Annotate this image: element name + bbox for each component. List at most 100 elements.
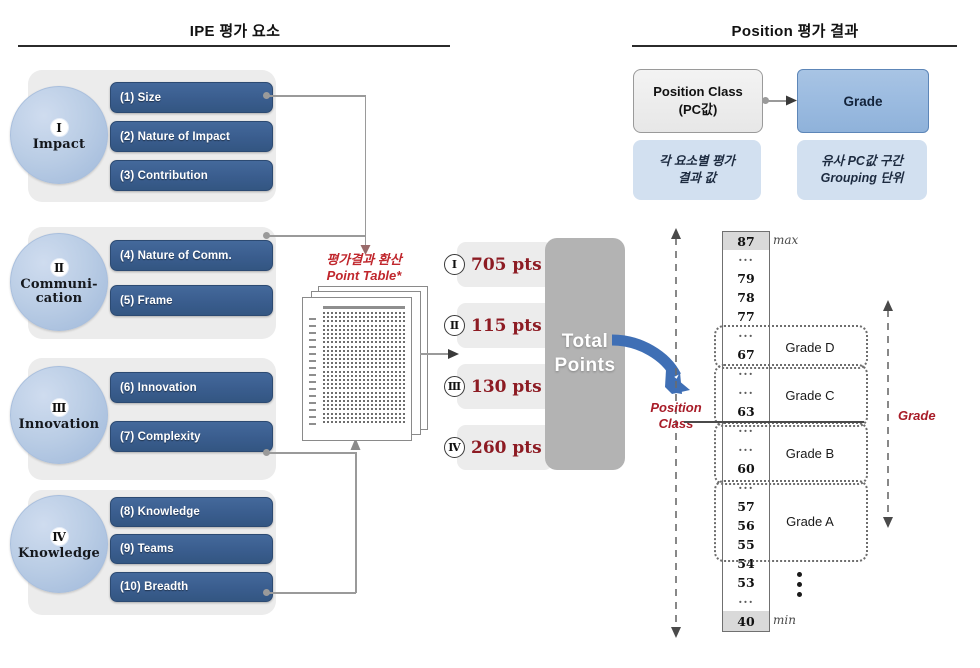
position-class-line1: Position Class — [653, 84, 743, 100]
element-label: (10) Breadth — [120, 581, 189, 593]
category-name: Innovation — [18, 417, 100, 433]
ladder-cell[interactable]: 79 — [722, 269, 770, 289]
position-class-axis-label-line2: Class — [658, 416, 694, 432]
ladder-cell[interactable]: ··· — [722, 592, 770, 612]
ladder-cell[interactable]: 78 — [722, 288, 770, 308]
category-name-line2: cation — [35, 291, 83, 306]
category-circle-knowledge[interactable]: Ⅳ Knowledge — [10, 495, 108, 593]
position-class-note: 각 요소별 평가 결과 값 — [633, 140, 761, 200]
position-class-note-line1: 각 요소별 평가 — [659, 153, 735, 168]
points-value-3: 130 pts — [471, 376, 542, 397]
left-section-rule — [18, 45, 450, 47]
points-roman-2: Ⅱ — [444, 315, 465, 336]
grade-axis-label: Grade — [898, 408, 936, 423]
category-circle-impact[interactable]: Ⅰ Impact — [10, 86, 108, 184]
ladder-cell-value: 79 — [737, 271, 755, 286]
total-to-position-class-arrow — [611, 334, 690, 394]
element-box-nature-of-impact[interactable]: (2) Nature of Impact — [110, 121, 273, 152]
ladder-cell[interactable]: 77 — [722, 307, 770, 327]
element-label: (1) Size — [120, 91, 162, 104]
points-row-2[interactable]: Ⅱ 115 pts — [444, 315, 542, 336]
element-box-teams[interactable]: (9) Teams — [110, 534, 273, 564]
element-box-breadth[interactable]: (10) Breadth — [110, 572, 273, 602]
element-box-knowledge[interactable]: (8) Knowledge — [110, 497, 273, 527]
grade-note-line2: Grouping 단위 — [820, 171, 904, 185]
ladder-cell[interactable]: 40 — [722, 611, 770, 632]
category-circle-innovation[interactable]: Ⅲ Innovation — [10, 366, 108, 464]
category-roman-numeral: Ⅲ — [49, 398, 69, 418]
total-points-line2: Points — [554, 355, 616, 376]
connector-line-group2-h — [268, 235, 366, 237]
ladder-max-marker: max — [773, 233, 799, 247]
grade-note: 유사 PC값 구간 Grouping 단위 — [797, 140, 927, 200]
element-box-contribution[interactable]: (3) Contribution — [110, 160, 273, 191]
grade-group-label: Grade A — [786, 513, 834, 529]
connector-line-group1-h — [268, 95, 366, 97]
category-circle-communication[interactable]: Ⅱ Communi- cation — [10, 233, 108, 331]
grade-group-d[interactable]: Grade D — [714, 325, 868, 369]
position-class-axis-label: Position Class — [636, 400, 716, 433]
element-box-innovation[interactable]: (6) Innovation — [110, 372, 273, 403]
ladder-min-marker: min — [773, 613, 796, 627]
point-table-caption-line1: 평가결과 환산 — [326, 252, 402, 267]
connector-line-group3-h — [268, 452, 356, 454]
points-roman-1: Ⅰ — [444, 254, 465, 275]
grade-group-c[interactable]: Grade C — [714, 364, 868, 427]
element-label: (7) Complexity — [120, 430, 201, 443]
pc-to-grade-line — [768, 100, 788, 102]
position-class-note-line2: 결과 값 — [678, 171, 716, 185]
element-box-size[interactable]: (1) Size — [110, 82, 273, 113]
grade-group-label: Grade B — [785, 446, 835, 461]
grade-box[interactable]: Grade — [797, 69, 929, 133]
ladder-cell-value: ··· — [738, 594, 754, 609]
ladder-cell-value: 77 — [737, 309, 755, 324]
points-row-1[interactable]: Ⅰ 705 pts — [444, 254, 542, 275]
point-table-page-front[interactable] — [302, 297, 412, 441]
ladder-cell-value: 78 — [737, 290, 755, 305]
element-label: (9) Teams — [120, 543, 174, 555]
grade-axis — [883, 300, 893, 528]
ladder-threshold-line — [684, 421, 864, 423]
point-table-caption: 평가결과 환산 Point Table* — [284, 252, 444, 285]
grade-group-a[interactable]: Grade A — [714, 480, 868, 562]
category-name-line1: Communi- — [20, 277, 98, 293]
category-name: Impact — [32, 137, 86, 153]
element-box-complexity[interactable]: (7) Complexity — [110, 421, 273, 452]
ladder-cell[interactable]: ··· — [722, 250, 770, 270]
element-label: (2) Nature of Impact — [120, 130, 230, 143]
category-roman-numeral: Ⅳ — [49, 527, 69, 547]
element-label: (5) Frame — [120, 294, 173, 307]
connector-line-group4-h — [268, 592, 356, 594]
element-box-nature-of-comm[interactable]: (4) Nature of Comm. — [110, 240, 273, 271]
grade-box-label: Grade — [843, 93, 883, 109]
element-box-frame[interactable]: (5) Frame — [110, 285, 273, 316]
grade-group-b[interactable]: Grade B — [714, 422, 868, 485]
grade-group-label: Grade C — [785, 388, 835, 403]
points-row-3[interactable]: Ⅲ 130 pts — [444, 376, 542, 397]
left-section-title: IPE 평가 요소 — [189, 23, 281, 40]
points-row-4[interactable]: Ⅳ 260 pts — [444, 437, 542, 458]
points-value-1: 705 pts — [471, 254, 542, 275]
category-roman-numeral: Ⅱ — [49, 258, 69, 278]
ladder-cell[interactable]: 53 — [722, 573, 770, 593]
right-section-rule — [632, 45, 957, 47]
point-table-grid — [309, 306, 405, 432]
position-class-axis — [671, 228, 681, 638]
ladder-cell-value: 53 — [737, 575, 755, 590]
element-label: (3) Contribution — [120, 169, 208, 182]
point-table-to-points-arrow — [448, 349, 459, 359]
right-section-title: Position 평가 결과 — [731, 23, 859, 40]
point-table-caption-line2: Point Table* — [326, 268, 402, 284]
category-name: Knowledge — [17, 546, 101, 562]
points-roman-3: Ⅲ — [444, 376, 465, 397]
ladder-cell-value: 87 — [737, 234, 755, 249]
points-value-2: 115 pts — [471, 315, 542, 336]
category-roman-numeral: Ⅰ — [49, 118, 69, 138]
ladder-cell[interactable]: 87 — [722, 231, 770, 252]
ladder-continuation-dots — [797, 572, 802, 597]
position-class-axis-label-line1: Position — [650, 400, 702, 415]
position-class-box[interactable]: Position Class (PC값) — [633, 69, 763, 133]
element-label: (6) Innovation — [120, 381, 197, 394]
element-label: (4) Nature of Comm. — [120, 249, 232, 262]
grade-note-line1: 유사 PC값 구간 — [821, 153, 903, 168]
